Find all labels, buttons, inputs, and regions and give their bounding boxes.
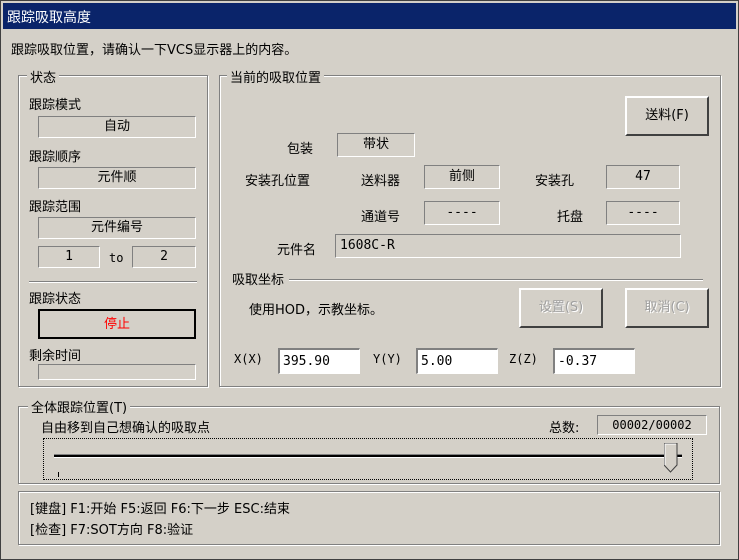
- feed-button[interactable]: 送料(F): [625, 96, 709, 136]
- channel-value: ----: [424, 201, 500, 225]
- z-label: Z(Z): [509, 352, 538, 366]
- x-label: X(X): [234, 352, 263, 366]
- mount-hole-label: 安装孔: [535, 174, 575, 189]
- x-input[interactable]: [278, 348, 360, 374]
- tray-value: ----: [606, 201, 680, 225]
- track-order-value: 元件顺: [38, 167, 196, 189]
- status-divider: [29, 281, 197, 283]
- key-help-check: [检查] F7:SOT方向 F8:验证: [30, 523, 194, 538]
- feeder-value: 前侧: [424, 165, 500, 189]
- overall-hint: 自由移到自己想确认的吸取点: [41, 421, 211, 436]
- track-mode-label: 跟踪模式: [29, 98, 82, 113]
- part-name-label: 元件名: [277, 243, 317, 258]
- tray-label: 托盘: [557, 210, 584, 225]
- package-label: 包装: [287, 142, 314, 157]
- track-mode-value: 自动: [38, 116, 196, 138]
- slider-track: [54, 454, 682, 458]
- z-input[interactable]: [553, 348, 635, 374]
- track-state-label: 跟踪状态: [29, 292, 82, 307]
- set-button[interactable]: 设置(S): [519, 288, 603, 328]
- track-range-value: 元件编号: [38, 217, 196, 239]
- pick-coord-hint: 使用HOD，示教坐标。: [249, 303, 384, 318]
- key-help-keyboard: [键盘] F1:开始 F5:返回 F6:下一步 ESC:结束: [30, 502, 290, 517]
- instruction-text: 跟踪吸取位置，请确认一下VCS显示器上的内容。: [11, 43, 298, 58]
- slider-thumb[interactable]: [663, 442, 678, 473]
- y-input[interactable]: [416, 348, 498, 374]
- package-value: 带状: [337, 133, 415, 157]
- feeder-label: 送料器: [361, 174, 401, 189]
- part-name-value: 1608C-R: [335, 234, 681, 258]
- range-from-value: 1: [38, 246, 100, 268]
- current-position-legend: 当前的吸取位置: [227, 67, 325, 86]
- cancel-button[interactable]: 取消(C): [625, 288, 709, 328]
- pick-coord-divider: [289, 279, 703, 281]
- mount-hole-position-label: 安装孔位置: [245, 174, 311, 189]
- overall-position-legend: 全体跟踪位置(T): [28, 397, 131, 416]
- slider-tick-start: [58, 472, 59, 477]
- position-slider[interactable]: [43, 438, 693, 480]
- status-legend: 状态: [27, 67, 60, 86]
- range-to-label: to: [109, 251, 124, 265]
- track-order-label: 跟踪顺序: [29, 150, 82, 165]
- range-to-value: 2: [132, 246, 196, 268]
- channel-label: 通道号: [361, 210, 401, 225]
- window-title: 跟踪吸取高度: [7, 10, 91, 26]
- track-state-value: 停止: [38, 309, 196, 339]
- total-label: 总数:: [549, 421, 580, 436]
- pick-coord-legend: 吸取坐标: [232, 273, 285, 288]
- dialog-window: 跟踪吸取高度 跟踪吸取位置，请确认一下VCS显示器上的内容。 状态 跟踪模式 自…: [0, 0, 739, 560]
- total-value: 00002/00002: [597, 415, 707, 435]
- title-bar[interactable]: 跟踪吸取高度: [3, 3, 736, 29]
- y-label: Y(Y): [373, 352, 402, 366]
- remaining-time-value: [38, 364, 196, 380]
- remaining-time-label: 剩余时间: [29, 349, 82, 364]
- track-range-label: 跟踪范围: [29, 200, 82, 215]
- mount-hole-value: 47: [606, 165, 680, 189]
